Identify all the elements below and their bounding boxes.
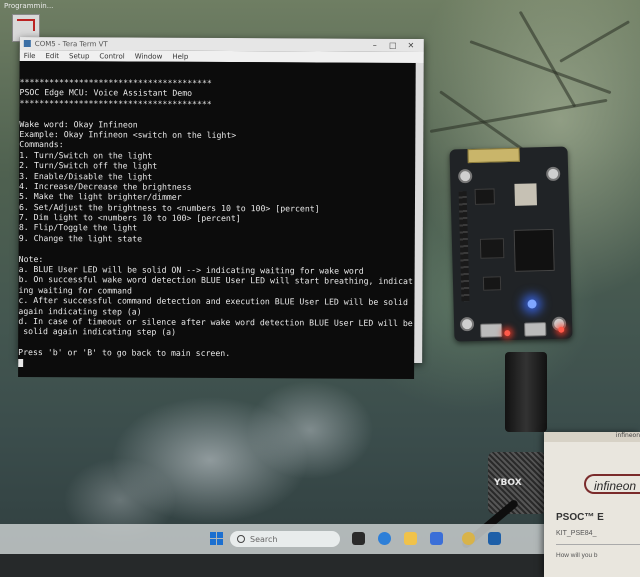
minimize-button[interactable]: –	[366, 41, 384, 50]
usb-cable	[505, 352, 547, 432]
mount-hole	[458, 168, 473, 184]
start-button[interactable]	[210, 532, 224, 546]
terminal-line: Press 'b' or 'B' to go back to main scre…	[18, 347, 231, 359]
menu-help[interactable]: Help	[172, 52, 188, 60]
small-chip	[482, 276, 502, 291]
mount-hole	[545, 166, 561, 182]
dev-board	[449, 146, 573, 342]
search-placeholder: Search	[250, 534, 278, 544]
app-icon	[23, 39, 31, 48]
file-explorer-icon[interactable]	[404, 532, 417, 545]
box-tagline: How will you b	[556, 552, 598, 559]
menu-control[interactable]: Control	[99, 52, 124, 60]
menu-file[interactable]: File	[24, 51, 36, 59]
chrome-icon[interactable]	[462, 532, 475, 545]
blue-user-led	[527, 299, 537, 309]
maximize-button[interactable]: □	[384, 41, 402, 50]
text-cursor	[18, 358, 24, 368]
tera-term-window[interactable]: COM5 - Tera Term VT – □ ✕ File Edit Setu…	[18, 36, 424, 380]
infineon-logo: infineon	[584, 474, 640, 494]
tree-branch	[518, 10, 577, 108]
box-kit-name: KIT_PSE84_	[556, 530, 597, 537]
small-chip	[479, 238, 505, 259]
outlook-icon[interactable]	[488, 532, 501, 545]
cable-label: YBOX	[494, 478, 522, 488]
taskbar-search[interactable]: Search	[230, 531, 340, 547]
box-divider	[556, 544, 640, 545]
usb-port	[480, 323, 503, 338]
menu-edit[interactable]: Edit	[45, 52, 59, 60]
sensor-chip	[514, 183, 537, 206]
red-led	[558, 326, 565, 333]
box-top-label: infineon	[544, 432, 640, 442]
usb-port	[524, 322, 547, 337]
mcu-chip	[513, 228, 555, 272]
menu-setup[interactable]: Setup	[69, 52, 89, 60]
task-view-icon[interactable]	[352, 532, 365, 545]
small-chip	[474, 188, 495, 205]
ribbon-connector	[467, 147, 520, 164]
mail-icon[interactable]	[430, 532, 443, 545]
vertical-scrollbar[interactable]	[414, 63, 424, 364]
tree-branch	[559, 20, 631, 63]
terminal-output[interactable]: *************************************** P…	[18, 60, 416, 380]
search-icon	[237, 535, 245, 543]
pin-header	[458, 191, 470, 302]
terminal-line	[18, 357, 414, 369]
edge-icon[interactable]	[378, 532, 391, 545]
mount-hole	[459, 316, 475, 332]
box-product-name: PSOC™ E	[556, 512, 604, 523]
red-led	[504, 330, 511, 337]
product-box: infineon infineon PSOC™ E KIT_PSE84_ How…	[544, 432, 640, 577]
window-title: COM5 - Tera Term VT	[34, 39, 108, 48]
menu-window[interactable]: Window	[135, 52, 163, 60]
close-button[interactable]: ✕	[402, 41, 420, 50]
